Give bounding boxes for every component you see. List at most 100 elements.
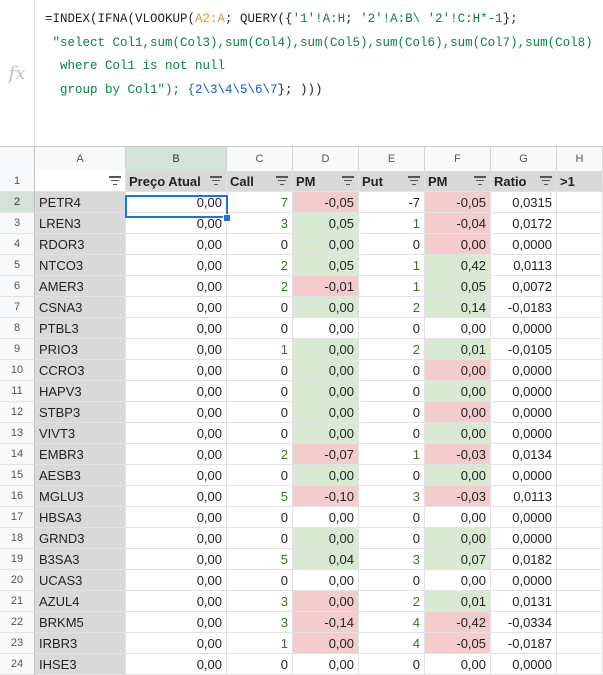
row-number[interactable]: 8 [0,318,35,339]
gt1-cell[interactable] [557,423,603,444]
put-cell[interactable]: 1 [359,213,425,234]
row-number[interactable]: 15 [0,465,35,486]
pm-put-cell[interactable]: -0,04 [425,213,491,234]
header-cell-preco-atual[interactable]: Preço Atual [126,171,227,192]
call-cell[interactable]: 2 [227,444,293,465]
ticker-cell[interactable]: EMBR3 [35,444,126,465]
call-cell[interactable]: 5 [227,486,293,507]
header-cell-pm-put[interactable]: PM [425,171,491,192]
pm-call-cell[interactable]: 0,00 [293,507,359,528]
put-cell[interactable]: 1 [359,255,425,276]
ticker-cell[interactable]: B3SA3 [35,549,126,570]
pm-call-cell[interactable]: 0,00 [293,633,359,654]
row-number[interactable]: 4 [0,234,35,255]
ratio-cell[interactable]: -0,0105 [491,339,557,360]
call-cell[interactable]: 5 [227,549,293,570]
row-number[interactable]: 9 [0,339,35,360]
column-header-h[interactable]: H [557,147,603,171]
row-number[interactable]: 7 [0,297,35,318]
pm-put-cell[interactable]: 0,14 [425,297,491,318]
put-cell[interactable]: 0 [359,318,425,339]
row-number[interactable]: 17 [0,507,35,528]
pm-call-cell[interactable]: -0,10 [293,486,359,507]
preco-atual-cell[interactable]: 0,00 [126,339,227,360]
row-number[interactable]: 2 [0,192,35,213]
row-number[interactable]: 20 [0,570,35,591]
call-cell[interactable]: 1 [227,633,293,654]
gt1-cell[interactable] [557,318,603,339]
call-cell[interactable]: 0 [227,297,293,318]
pm-put-cell[interactable]: -0,03 [425,486,491,507]
ratio-cell[interactable]: 0,0000 [491,507,557,528]
ticker-cell[interactable]: PTBL3 [35,318,126,339]
ratio-cell[interactable]: 0,0000 [491,528,557,549]
gt1-cell[interactable] [557,339,603,360]
ratio-cell[interactable]: 0,0000 [491,360,557,381]
call-cell[interactable]: 3 [227,591,293,612]
ratio-cell[interactable]: 0,0182 [491,549,557,570]
preco-atual-cell[interactable]: 0,00 [126,213,227,234]
gt1-cell[interactable] [557,444,603,465]
gt1-cell[interactable] [557,633,603,654]
filter-icon[interactable] [276,176,288,186]
ticker-cell[interactable]: UCAS3 [35,570,126,591]
preco-atual-cell[interactable]: 0,00 [126,255,227,276]
pm-put-cell[interactable]: -0,42 [425,612,491,633]
pm-call-cell[interactable]: 0,04 [293,549,359,570]
pm-call-cell[interactable]: -0,07 [293,444,359,465]
ratio-cell[interactable]: 0,0315 [491,192,557,213]
put-cell[interactable]: 0 [359,381,425,402]
gt1-cell[interactable] [557,549,603,570]
row-number[interactable]: 1 [0,171,35,192]
ratio-cell[interactable]: 0,0134 [491,444,557,465]
header-cell-gt1[interactable]: >1 [557,171,603,192]
header-cell-put[interactable]: Put [359,171,425,192]
ticker-cell[interactable]: IRBR3 [35,633,126,654]
pm-call-cell[interactable]: 0,00 [293,465,359,486]
column-header-b[interactable]: B [126,147,227,171]
put-cell[interactable]: 0 [359,402,425,423]
ticker-cell[interactable]: AESB3 [35,465,126,486]
row-number[interactable]: 21 [0,591,35,612]
preco-atual-cell[interactable]: 0,00 [126,633,227,654]
column-header-g[interactable]: G [491,147,557,171]
pm-call-cell[interactable]: 0,00 [293,402,359,423]
ratio-cell[interactable]: 0,0172 [491,213,557,234]
gt1-cell[interactable] [557,612,603,633]
put-cell[interactable]: 0 [359,423,425,444]
preco-atual-cell[interactable]: 0,00 [126,276,227,297]
ratio-cell[interactable]: 0,0000 [491,423,557,444]
ratio-cell[interactable]: 0,0113 [491,255,557,276]
ticker-cell[interactable]: MGLU3 [35,486,126,507]
row-number[interactable]: 19 [0,549,35,570]
call-cell[interactable]: 0 [227,654,293,675]
put-cell[interactable]: 1 [359,444,425,465]
gt1-cell[interactable] [557,381,603,402]
pm-put-cell[interactable]: 0,07 [425,549,491,570]
ratio-cell[interactable]: 0,0072 [491,276,557,297]
filter-icon[interactable] [342,176,354,186]
gt1-cell[interactable] [557,486,603,507]
ratio-cell[interactable]: 0,0000 [491,318,557,339]
call-cell[interactable]: 1 [227,339,293,360]
pm-call-cell[interactable]: 0,00 [293,297,359,318]
header-cell-call[interactable]: Call [227,171,293,192]
ticker-cell[interactable]: STBP3 [35,402,126,423]
filter-icon[interactable] [210,176,222,186]
column-header-f[interactable]: F [425,147,491,171]
ticker-cell[interactable]: CCRO3 [35,360,126,381]
preco-atual-cell[interactable]: 0,00 [126,591,227,612]
pm-put-cell[interactable]: 0,00 [425,465,491,486]
call-cell[interactable]: 0 [227,360,293,381]
pm-put-cell[interactable]: -0,05 [425,633,491,654]
column-header-c[interactable]: C [227,147,293,171]
pm-put-cell[interactable]: -0,03 [425,444,491,465]
call-cell[interactable]: 0 [227,318,293,339]
row-number[interactable]: 22 [0,612,35,633]
preco-atual-cell[interactable]: 0,00 [126,486,227,507]
column-header-e[interactable]: E [359,147,425,171]
put-cell[interactable]: 2 [359,297,425,318]
pm-call-cell[interactable]: 0,00 [293,381,359,402]
put-cell[interactable]: 0 [359,654,425,675]
gt1-cell[interactable] [557,255,603,276]
